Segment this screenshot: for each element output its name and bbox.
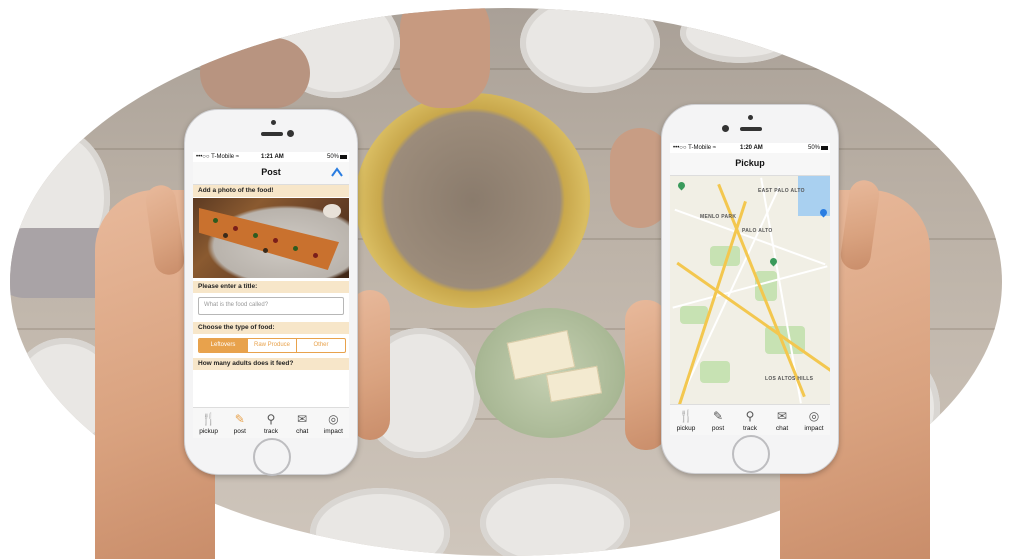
envelope-icon: ✉ bbox=[776, 409, 788, 423]
tab-bar: 🍴 pickup ✎ post ⚲ track ✉ chat ◎ impact bbox=[193, 407, 349, 438]
location-pin-icon: ⚲ bbox=[266, 412, 276, 426]
chevron-up-icon[interactable] bbox=[331, 167, 343, 177]
clock-text: 1:21 AM bbox=[261, 154, 284, 160]
page-title: Pickup bbox=[735, 158, 765, 168]
home-button[interactable] bbox=[732, 435, 770, 473]
battery-icon bbox=[821, 146, 828, 150]
background-scene: •••○○ T-Mobile ≈ 1:21 AM 50% Post Add a … bbox=[0, 0, 1012, 559]
tab-impact[interactable]: ◎ impact bbox=[798, 405, 830, 435]
tab-pickup[interactable]: 🍴 pickup bbox=[193, 408, 224, 438]
page-title: Post bbox=[261, 167, 281, 177]
pencil-icon: ✎ bbox=[234, 412, 245, 426]
plate bbox=[480, 478, 630, 556]
food-type-leftovers[interactable]: Leftovers bbox=[199, 339, 248, 352]
tab-impact[interactable]: ◎ impact bbox=[318, 408, 349, 438]
tab-post[interactable]: ✎ post bbox=[702, 405, 734, 435]
post-screen: •••○○ T-Mobile ≈ 1:21 AM 50% Post Add a … bbox=[193, 152, 349, 438]
title-section-label: Please enter a title: bbox=[193, 281, 349, 293]
tab-track[interactable]: ⚲ track bbox=[734, 405, 766, 435]
food-title-input[interactable]: What is the food called? bbox=[198, 297, 344, 315]
tab-pickup[interactable]: 🍴 pickup bbox=[670, 405, 702, 435]
food-type-selector: Leftovers Raw Produce Other bbox=[198, 338, 346, 353]
arm bbox=[400, 8, 490, 108]
left-phone: •••○○ T-Mobile ≈ 1:21 AM 50% Post Add a … bbox=[184, 109, 358, 476]
tab-track[interactable]: ⚲ track bbox=[255, 408, 286, 438]
plate bbox=[520, 8, 660, 93]
tab-chat[interactable]: ✉ chat bbox=[766, 405, 798, 435]
fork-knife-icon: 🍴 bbox=[678, 409, 694, 423]
battery-text: 50% bbox=[807, 145, 820, 151]
clock-text: 1:20 AM bbox=[740, 145, 763, 151]
location-pin-icon: ⚲ bbox=[745, 409, 755, 423]
plate bbox=[310, 488, 450, 556]
photo-section-label: Add a photo of the food! bbox=[193, 185, 349, 197]
clam-bowl bbox=[355, 93, 590, 308]
target-icon: ◎ bbox=[808, 409, 820, 423]
location-pin-icon[interactable] bbox=[676, 180, 687, 191]
tab-chat[interactable]: ✉ chat bbox=[287, 408, 318, 438]
pickup-screen: •••○○ T-Mobile ≈ 1:20 AM 50% Pickup EAST… bbox=[670, 143, 830, 435]
carrier-text: •••○○ T-Mobile ≈ bbox=[673, 145, 717, 151]
map-label: PALO ALTO bbox=[742, 228, 773, 234]
adults-section-label: How many adults does it feed? bbox=[193, 358, 349, 370]
battery-text: 50% bbox=[326, 154, 339, 160]
food-photo[interactable] bbox=[193, 198, 349, 278]
fork-knife-icon: 🍴 bbox=[201, 412, 217, 426]
type-section-label: Choose the type of food: bbox=[193, 322, 349, 334]
arm bbox=[200, 38, 310, 108]
food-type-raw-produce[interactable]: Raw Produce bbox=[248, 339, 297, 352]
nav-bar: Post bbox=[193, 162, 349, 185]
carrier-text: •••○○ T-Mobile ≈ bbox=[196, 154, 240, 160]
envelope-icon: ✉ bbox=[297, 412, 308, 426]
tab-post[interactable]: ✎ post bbox=[224, 408, 255, 438]
battery-icon bbox=[340, 155, 347, 159]
map-label: MENLO PARK bbox=[700, 214, 737, 220]
pencil-icon: ✎ bbox=[712, 409, 724, 423]
status-bar: •••○○ T-Mobile ≈ 1:21 AM 50% bbox=[193, 152, 349, 162]
home-button[interactable] bbox=[253, 438, 291, 476]
target-icon: ◎ bbox=[328, 412, 339, 426]
food-type-other[interactable]: Other bbox=[297, 339, 345, 352]
plate bbox=[680, 8, 800, 63]
right-phone: •••○○ T-Mobile ≈ 1:20 AM 50% Pickup EAST… bbox=[661, 104, 839, 474]
nav-bar: Pickup bbox=[670, 153, 830, 176]
pickup-map[interactable]: EAST PALO ALTO MENLO PARK PALO ALTO LOS … bbox=[670, 176, 830, 405]
tab-bar: 🍴 pickup ✎ post ⚲ track ✉ chat ◎ impact bbox=[670, 404, 830, 435]
map-label: EAST PALO ALTO bbox=[758, 188, 805, 194]
status-bar: •••○○ T-Mobile ≈ 1:20 AM 50% bbox=[670, 143, 830, 153]
map-label: LOS ALTOS HILLS bbox=[765, 376, 814, 382]
